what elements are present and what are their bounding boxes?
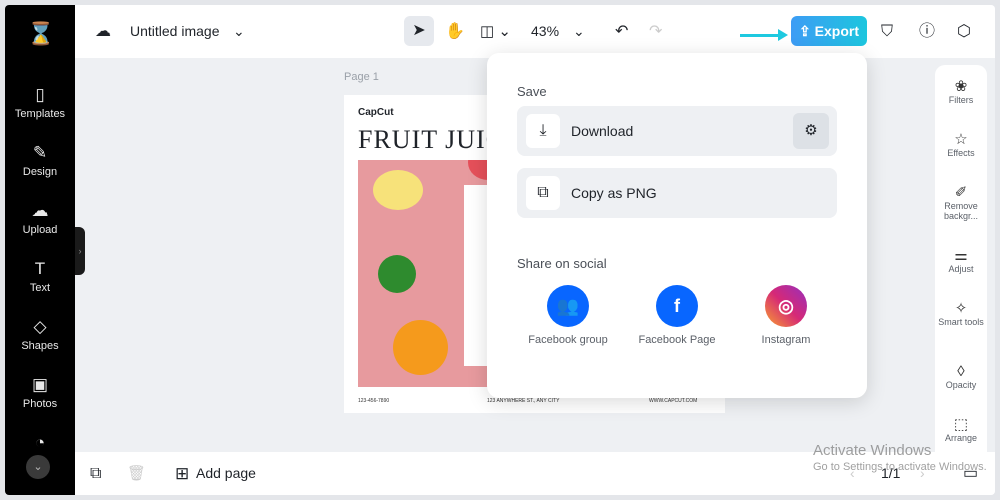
share-facebook-page[interactable]: f Facebook Page bbox=[632, 285, 722, 347]
adjust-icon: ⚌ bbox=[954, 247, 968, 264]
download-settings-button[interactable]: ⚙ bbox=[793, 113, 829, 149]
shield-icon[interactable]: ⛉ bbox=[881, 5, 893, 58]
filters-icon: ❀ bbox=[954, 78, 968, 95]
arrow-annotation bbox=[740, 29, 788, 41]
brand-logo: CapCut bbox=[358, 107, 394, 118]
photos-icon: ▣ bbox=[31, 375, 49, 394]
fruit-photo bbox=[358, 160, 498, 387]
instagram-icon: ◎ bbox=[765, 285, 807, 327]
templates-icon: ▯ bbox=[35, 85, 45, 104]
sidebar-item-text[interactable]: T Text bbox=[5, 259, 75, 294]
sidebar-item-templates[interactable]: ▯ Templates bbox=[5, 85, 75, 120]
download-icon: ⤓ bbox=[526, 114, 560, 148]
select-tool-button[interactable]: ➤ bbox=[404, 16, 434, 46]
tool-arrange[interactable]: ⬚ Arrange bbox=[935, 416, 987, 443]
lemon bbox=[373, 170, 423, 210]
zoom-chevron-down-icon[interactable]: ⌄ bbox=[573, 5, 585, 58]
facebook-icon: f bbox=[656, 285, 698, 327]
page-panel-icon[interactable]: ▭ bbox=[963, 452, 978, 495]
tool-smart-tools[interactable]: ✧ Smart tools bbox=[935, 300, 987, 327]
sidebar-item-upload[interactable]: ☁ Upload bbox=[5, 201, 75, 236]
design-icon: ✎ bbox=[32, 143, 48, 162]
sidebar-item-stickers[interactable]: ◔ bbox=[5, 433, 75, 456]
sliders-icon: ⚙ bbox=[804, 122, 818, 139]
sidebar: ⌛ ▯ Templates ✎ Design ☁ Upload T Text ◇ Shap… bbox=[5, 5, 75, 495]
panel-collapse-handle[interactable]: › bbox=[75, 227, 85, 275]
layout-icon[interactable]: ◫ ⌄ bbox=[480, 5, 511, 58]
settings-icon[interactable]: ⬡ bbox=[957, 5, 971, 58]
share-facebook-group[interactable]: 👥 Facebook group bbox=[523, 285, 613, 347]
effects-icon: ☆ bbox=[954, 131, 968, 148]
lime bbox=[378, 255, 416, 293]
footer-address: 123 ANYWHERE ST., ANY CITY bbox=[487, 398, 560, 404]
sticker-icon: ◔ bbox=[34, 433, 46, 452]
sidebar-item-design[interactable]: ✎ Design bbox=[5, 143, 75, 178]
right-tool-panel: ❀ Filters ☆ Effects ✐ Remove backgr... ⚌ Adj… bbox=[935, 65, 987, 452]
tool-opacity[interactable]: ◊ Opacity bbox=[935, 363, 987, 390]
export-menu: Save ⤓ Download ⚙ ⧉ Copy as PNG Share on… bbox=[487, 53, 867, 398]
hand-tool-icon[interactable]: ✋ bbox=[445, 5, 465, 58]
smart-tools-icon: ✧ bbox=[954, 300, 968, 317]
upload-icon: ☁ bbox=[31, 201, 49, 220]
sidebar-expand-button[interactable]: ⌄ bbox=[26, 455, 50, 479]
title-chevron-down-icon[interactable]: ⌄ bbox=[233, 5, 245, 58]
export-icon: ⇪ bbox=[799, 23, 815, 39]
cloud-save-icon[interactable]: ☁ bbox=[95, 5, 111, 58]
undo-icon[interactable]: ↶ bbox=[615, 5, 628, 58]
help-icon[interactable]: ⓘ bbox=[919, 5, 935, 58]
design-title: FRUIT JUIC bbox=[358, 125, 505, 154]
page-label: Page 1 bbox=[344, 71, 379, 83]
tool-effects[interactable]: ☆ Effects bbox=[935, 131, 987, 158]
footer-website: WWW.CAPCUT.COM bbox=[649, 398, 698, 404]
add-page-icon[interactable]: ⊞ bbox=[175, 452, 189, 495]
redo-icon[interactable]: ↷ bbox=[649, 5, 662, 58]
tool-adjust[interactable]: ⚌ Adjust bbox=[935, 247, 987, 274]
watermark-subtitle: Go to Settings to activate Windows. bbox=[813, 461, 987, 473]
duplicate-page-icon[interactable]: ⧉ bbox=[90, 452, 101, 495]
export-button[interactable]: ⇪ Export bbox=[791, 16, 867, 46]
opacity-icon: ◊ bbox=[957, 363, 965, 380]
shapes-icon: ◇ bbox=[33, 317, 47, 336]
top-bar: ☁ Untitled image ⌄ ➤ ✋ ◫ ⌄ 43% ⌄ ↶ ↷ ⇪ E… bbox=[75, 5, 995, 58]
add-page-button[interactable]: Add page bbox=[196, 452, 256, 495]
arrange-icon: ⬚ bbox=[953, 416, 969, 433]
tool-remove-background[interactable]: ✐ Remove backgr... bbox=[935, 184, 987, 221]
orange bbox=[393, 320, 448, 375]
footer-phone: 123-456-7890 bbox=[358, 398, 390, 404]
text-icon: T bbox=[34, 259, 46, 278]
delete-page-icon[interactable]: 🗑 bbox=[127, 452, 146, 495]
capcut-logo: ⌛ bbox=[27, 21, 55, 46]
tool-filters[interactable]: ❀ Filters bbox=[935, 78, 987, 105]
share-instagram[interactable]: ◎ Instagram bbox=[741, 285, 831, 347]
save-heading: Save bbox=[517, 84, 547, 99]
remove-background-icon: ✐ bbox=[954, 184, 968, 201]
zoom-level[interactable]: 43% bbox=[531, 5, 559, 58]
sidebar-item-shapes[interactable]: ◇ Shapes bbox=[5, 317, 75, 352]
share-heading: Share on social bbox=[517, 256, 607, 271]
download-button[interactable]: ⤓ Download ⚙ bbox=[517, 106, 837, 156]
facebook-group-icon: 👥 bbox=[547, 285, 589, 327]
sidebar-item-photos[interactable]: ▣ Photos bbox=[5, 375, 75, 410]
copy-image-icon: ⧉ bbox=[526, 176, 560, 210]
copy-png-button[interactable]: ⧉ Copy as PNG bbox=[517, 168, 837, 218]
document-title[interactable]: Untitled image bbox=[130, 5, 220, 58]
watermark-title: Activate Windows bbox=[813, 442, 932, 459]
